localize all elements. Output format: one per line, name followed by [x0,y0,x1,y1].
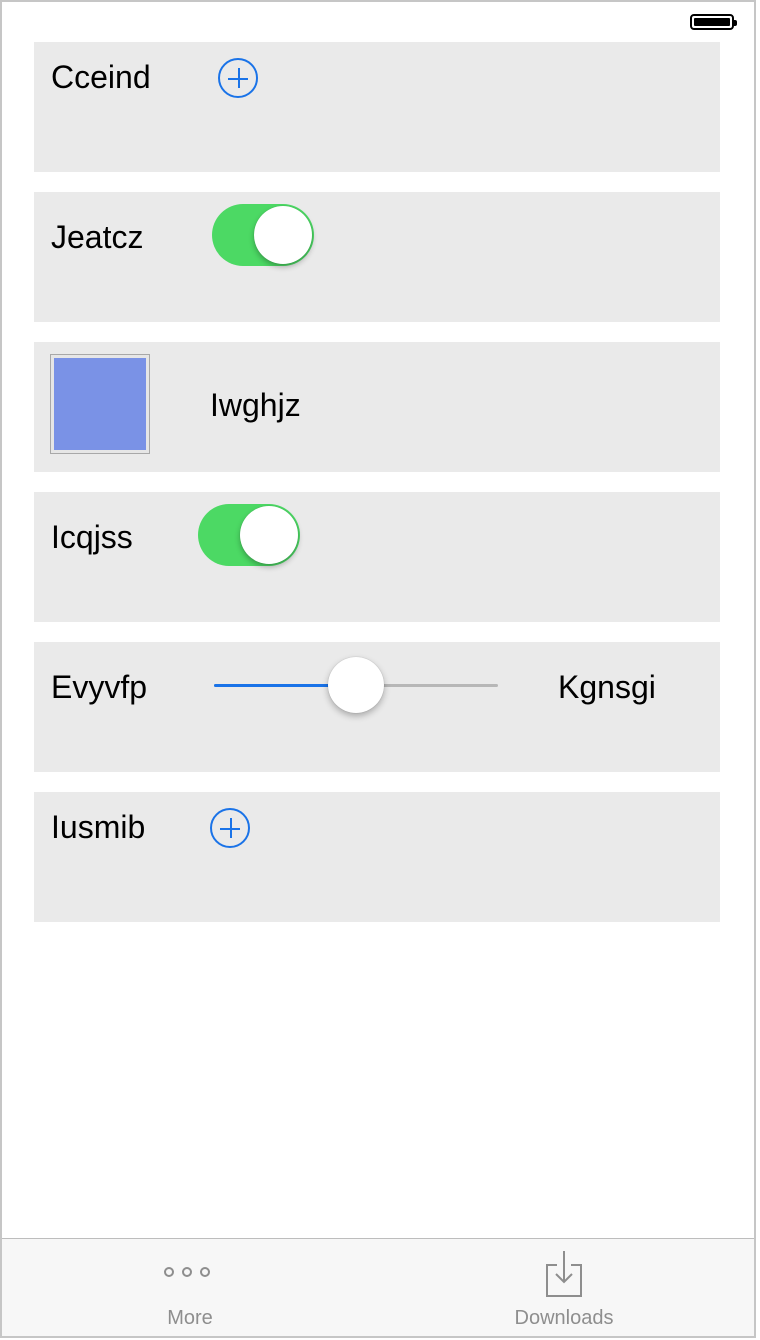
list-row-evyvfp: Evyvfp Kgnsgi [34,642,720,772]
more-dots-icon [164,1267,216,1281]
color-swatch-fill [54,358,146,450]
tab-downloads[interactable]: Downloads [464,1239,664,1336]
slider-end-label: Kgnsgi [558,669,656,705]
list-row-icqjss: Icqjss [34,492,720,622]
app-screen: Cceind Jeatcz Iwghjz Icqjss Evyvfp Kgnsg… [0,0,756,1338]
row-label: Cceind [51,59,151,95]
toggle-knob [254,206,312,264]
row-label: Iwghjz [210,387,301,423]
slider-thumb[interactable] [328,657,384,713]
plus-circle-icon[interactable] [218,58,258,98]
plus-circle-icon[interactable] [210,808,250,848]
row-label: Iusmib [51,809,146,845]
download-icon [546,1251,582,1297]
toggle-switch[interactable] [212,204,314,266]
toggle-knob [240,506,298,564]
row-label: Evyvfp [51,669,148,705]
tab-label: More [167,1307,213,1329]
list-row-cceind: Cceind [34,42,720,172]
list-row-iusmib: Iusmib [34,792,720,922]
toggle-switch[interactable] [198,504,300,566]
tab-label: Downloads [514,1307,614,1329]
color-swatch[interactable] [50,354,150,454]
value-slider[interactable] [214,657,498,713]
tab-bar: More Downloads [2,1238,754,1336]
battery-icon [690,14,737,30]
row-label: Icqjss [51,519,133,555]
row-label: Jeatcz [51,219,144,255]
list-row-iwghjz: Iwghjz [34,342,720,472]
list-row-jeatcz: Jeatcz [34,192,720,322]
tab-more[interactable]: More [90,1239,290,1336]
